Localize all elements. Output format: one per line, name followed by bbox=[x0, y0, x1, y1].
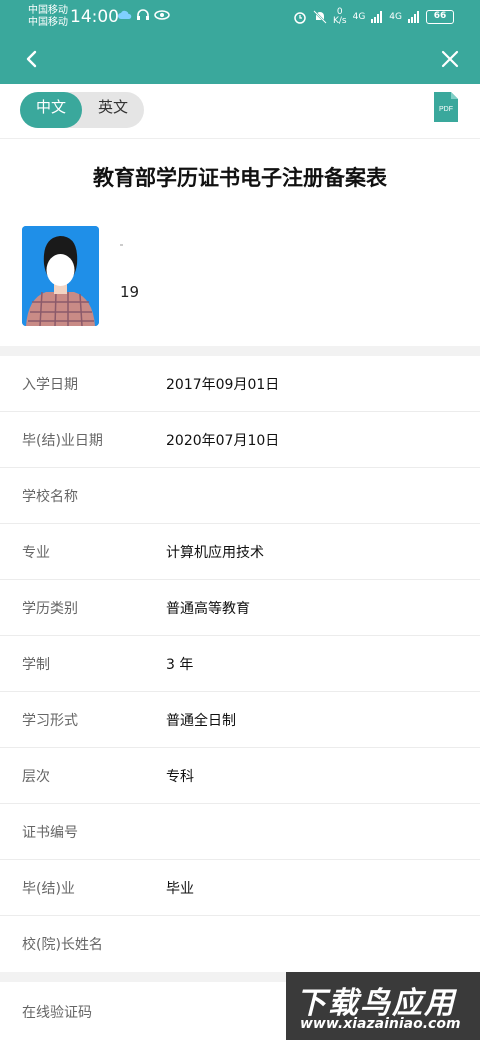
signal-bars-icon bbox=[408, 11, 419, 23]
pdf-button[interactable]: PDF bbox=[434, 92, 458, 122]
status-bar: 中国移动 中国移动 14:00 0 K/s 4G 4G 66 bbox=[0, 0, 480, 36]
row-label: 入学日期 bbox=[22, 377, 78, 393]
info-row-principal-name: 校(院)长姓名 bbox=[0, 916, 480, 972]
carrier-info: 中国移动 中国移动 bbox=[28, 5, 68, 29]
eye-icon bbox=[154, 10, 170, 20]
signal-2-label: 4G bbox=[389, 12, 402, 22]
row-value: 计算机应用技术 bbox=[166, 545, 264, 561]
info-row-study-form: 学习形式 普通全日制 bbox=[0, 692, 480, 748]
row-label: 学习形式 bbox=[22, 713, 78, 729]
carrier-1: 中国移动 bbox=[28, 5, 68, 16]
row-label: 在线验证码 bbox=[22, 1005, 92, 1021]
row-value: 3 年 bbox=[166, 657, 194, 673]
app-header: 中国移动 中国移动 14:00 0 K/s 4G 4G 66 bbox=[0, 0, 480, 84]
battery-icon: 66 bbox=[426, 10, 454, 24]
row-label: 毕(结)业日期 bbox=[22, 433, 103, 449]
row-label: 证书编号 bbox=[22, 825, 78, 841]
info-row-level: 层次 专科 bbox=[0, 748, 480, 804]
redacted-text-mark bbox=[120, 244, 123, 246]
page-title: 教育部学历证书电子注册备案表 bbox=[93, 166, 387, 190]
pdf-label: PDF bbox=[439, 106, 453, 113]
close-icon bbox=[441, 50, 459, 68]
signal-1-label: 4G bbox=[352, 12, 366, 22]
chevron-left-icon bbox=[26, 50, 37, 68]
lang-en-button[interactable]: 英文 bbox=[82, 92, 144, 128]
row-label: 校(院)长姓名 bbox=[22, 937, 103, 953]
row-value: 毕业 bbox=[166, 881, 194, 897]
info-row-education-type: 学历类别 普通高等教育 bbox=[0, 580, 480, 636]
row-value: 普通高等教育 bbox=[166, 601, 250, 617]
status-icons-left bbox=[118, 9, 170, 21]
mute-bell-icon bbox=[313, 10, 327, 24]
speed-unit: K/s bbox=[332, 16, 347, 26]
watermark-logo: 下载鸟应用 www.xiazainiao.com bbox=[286, 972, 480, 1040]
watermark-url: www.xiazainiao.com bbox=[300, 1016, 461, 1032]
info-row-major: 专业 计算机应用技术 bbox=[0, 524, 480, 580]
id-photo bbox=[22, 226, 99, 326]
row-value: 2020年07月10日 bbox=[166, 433, 280, 449]
info-row-duration: 学制 3 年 bbox=[0, 636, 480, 692]
carrier-2: 中国移动 bbox=[28, 17, 68, 28]
cloud-icon bbox=[118, 10, 132, 19]
language-toggle: 中文 英文 bbox=[20, 92, 144, 128]
portrait-image bbox=[22, 226, 99, 326]
lang-zh-button[interactable]: 中文 bbox=[20, 92, 82, 128]
info-row-school-name: 学校名称 bbox=[0, 468, 480, 524]
back-button[interactable] bbox=[20, 46, 44, 72]
network-speed: 0 K/s bbox=[333, 8, 347, 26]
close-button[interactable] bbox=[438, 46, 462, 72]
row-label: 毕(结)业 bbox=[22, 881, 75, 897]
id-number-partial: 19 bbox=[120, 283, 140, 301]
row-value: 专科 bbox=[166, 769, 194, 785]
pdf-icon: PDF bbox=[434, 92, 458, 122]
status-time: 14:00 bbox=[70, 7, 119, 27]
section-gap bbox=[0, 346, 480, 356]
info-row-graduation-date: 毕(结)业日期 2020年07月10日 bbox=[0, 412, 480, 468]
headphones-icon bbox=[137, 9, 149, 20]
row-value: 2017年09月01日 bbox=[166, 377, 280, 393]
info-row-certificate-number: 证书编号 bbox=[0, 804, 480, 860]
row-label: 层次 bbox=[22, 769, 50, 785]
row-label: 学历类别 bbox=[22, 601, 78, 617]
signal-bars-icon bbox=[371, 11, 383, 23]
row-label: 专业 bbox=[22, 545, 50, 561]
row-label: 学制 bbox=[22, 657, 50, 673]
info-row-graduation-status: 毕(结)业 毕业 bbox=[0, 860, 480, 916]
status-icons-right: 0 K/s 4G 4G 66 bbox=[293, 8, 454, 26]
alarm-icon bbox=[294, 12, 306, 24]
info-row-enroll-date: 入学日期 2017年09月01日 bbox=[0, 356, 480, 412]
divider bbox=[0, 138, 480, 139]
row-label: 学校名称 bbox=[22, 489, 78, 505]
row-value: 普通全日制 bbox=[166, 713, 236, 729]
